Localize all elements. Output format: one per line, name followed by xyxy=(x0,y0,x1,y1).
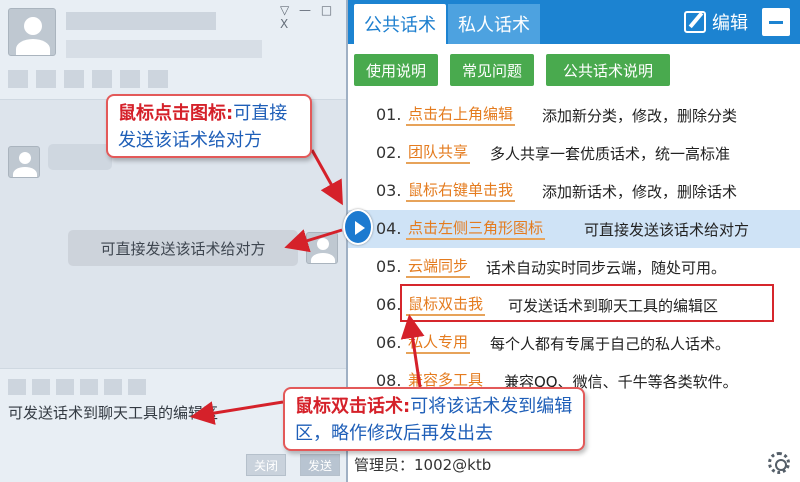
input-toolbar-placeholder-4 xyxy=(80,379,98,395)
minimize-icon[interactable] xyxy=(762,8,790,36)
gear-icon[interactable] xyxy=(768,452,790,474)
item-number: 01. xyxy=(376,105,402,124)
help-button-row: 使用说明 常见问题 公共话术说明 xyxy=(348,44,800,94)
toolbar-placeholder-3 xyxy=(64,70,84,88)
list-item[interactable]: 06. 私人专用 每个人都有专属于自己的私人话术。 xyxy=(348,324,800,362)
list-item-selected[interactable]: 04. 点击左侧三角形图标 可直接发送该话术给对方 xyxy=(348,210,800,248)
close-button[interactable]: 关闭 xyxy=(246,454,286,476)
list-item[interactable]: 01. 点击右上角编辑 添加新分类，修改，删除分类 xyxy=(348,96,800,134)
item-text: 每个人都有专属于自己的私人话术。 xyxy=(490,335,731,353)
toolbar-placeholder-6 xyxy=(148,70,168,88)
contact-name-placeholder xyxy=(66,12,216,30)
item-tag[interactable]: 点击左侧三角形图标 xyxy=(406,216,546,240)
item-text: 可直接发送该话术给对方 xyxy=(584,221,750,239)
item-tag[interactable]: 私人专用 xyxy=(406,330,471,354)
item-number: 05. xyxy=(376,257,402,276)
item-number: 02. xyxy=(376,143,402,162)
highlight-frame xyxy=(400,284,774,322)
outgoing-bubble: 可直接发送该话术给对方 xyxy=(68,230,298,266)
list-item[interactable]: 05. 云端同步 话术自动实时同步云端，随处可用。 xyxy=(348,248,800,286)
callout-title: 鼠标双击话术: xyxy=(295,396,411,417)
input-toolbar-placeholder-1 xyxy=(8,379,26,395)
item-tag[interactable]: 云端同步 xyxy=(406,254,471,278)
toolbar-placeholder-1 xyxy=(8,70,28,88)
item-number: 04. xyxy=(376,219,402,238)
list-item[interactable]: 02. 团队共享 多人共享一套优质话术，统一高标准 xyxy=(348,134,800,172)
chat-header: ▽ — □ X xyxy=(0,0,348,100)
send-button[interactable]: 发送 xyxy=(300,454,340,476)
tab-private-phrases[interactable]: 私人话术 xyxy=(448,4,540,44)
item-tag[interactable]: 鼠标右键单击我 xyxy=(406,178,516,202)
item-text: 添加新分类，修改，删除分类 xyxy=(542,107,738,125)
callout-double-click: 鼠标双击话术:可将该话术发到编辑区，略作修改后再发出去 xyxy=(283,387,585,451)
incoming-bubble xyxy=(48,144,112,170)
usage-guide-button[interactable]: 使用说明 xyxy=(354,54,438,86)
chat-input-text[interactable]: 可发送话术到聊天工具的编辑区 xyxy=(8,402,228,425)
input-toolbar-placeholder-3 xyxy=(56,379,74,395)
item-text: 话术自动实时同步云端，随处可用。 xyxy=(486,259,727,277)
faq-button[interactable]: 常见问题 xyxy=(450,54,534,86)
play-triangle-icon[interactable] xyxy=(343,209,373,245)
list-item[interactable]: 03. 鼠标右键单击我 添加新话术，修改，删除话术 xyxy=(348,172,800,210)
input-toolbar-placeholder-6 xyxy=(128,379,146,395)
pen-icon xyxy=(684,11,706,33)
public-phrases-info-button[interactable]: 公共话术说明 xyxy=(546,54,670,86)
item-tag[interactable]: 团队共享 xyxy=(406,140,471,164)
item-text: 添加新话术，修改，删除话术 xyxy=(542,183,738,201)
contact-status-placeholder xyxy=(66,40,262,58)
window-controls[interactable]: ▽ — □ X xyxy=(280,3,348,31)
admin-footer: 管理员：1002@ktb xyxy=(354,456,492,474)
edit-button[interactable]: 编辑 xyxy=(684,8,748,36)
input-toolbar-placeholder-5 xyxy=(104,379,122,395)
item-number: 06. xyxy=(376,295,402,314)
toolbar-placeholder-2 xyxy=(36,70,56,88)
item-number: 03. xyxy=(376,181,402,200)
avatar-icon[interactable] xyxy=(8,8,56,56)
avatar-icon xyxy=(8,146,40,178)
toolbar-placeholder-4 xyxy=(92,70,112,88)
item-tag[interactable]: 点击右上角编辑 xyxy=(406,102,516,126)
toolbar-placeholder-5 xyxy=(120,70,140,88)
item-text: 多人共享一套优质话术，统一高标准 xyxy=(490,145,731,163)
input-toolbar-placeholder-2 xyxy=(32,379,50,395)
tab-bar: 公共话术 私人话术 编辑 xyxy=(348,0,800,44)
callout-click-icon: 鼠标点击图标:可直接发送该话术给对方 xyxy=(106,94,312,158)
edit-label: 编辑 xyxy=(712,13,748,34)
item-number: 06. xyxy=(376,333,402,352)
tab-public-phrases[interactable]: 公共话术 xyxy=(354,4,446,44)
callout-title: 鼠标点击图标: xyxy=(118,103,234,124)
avatar-icon xyxy=(306,232,338,264)
